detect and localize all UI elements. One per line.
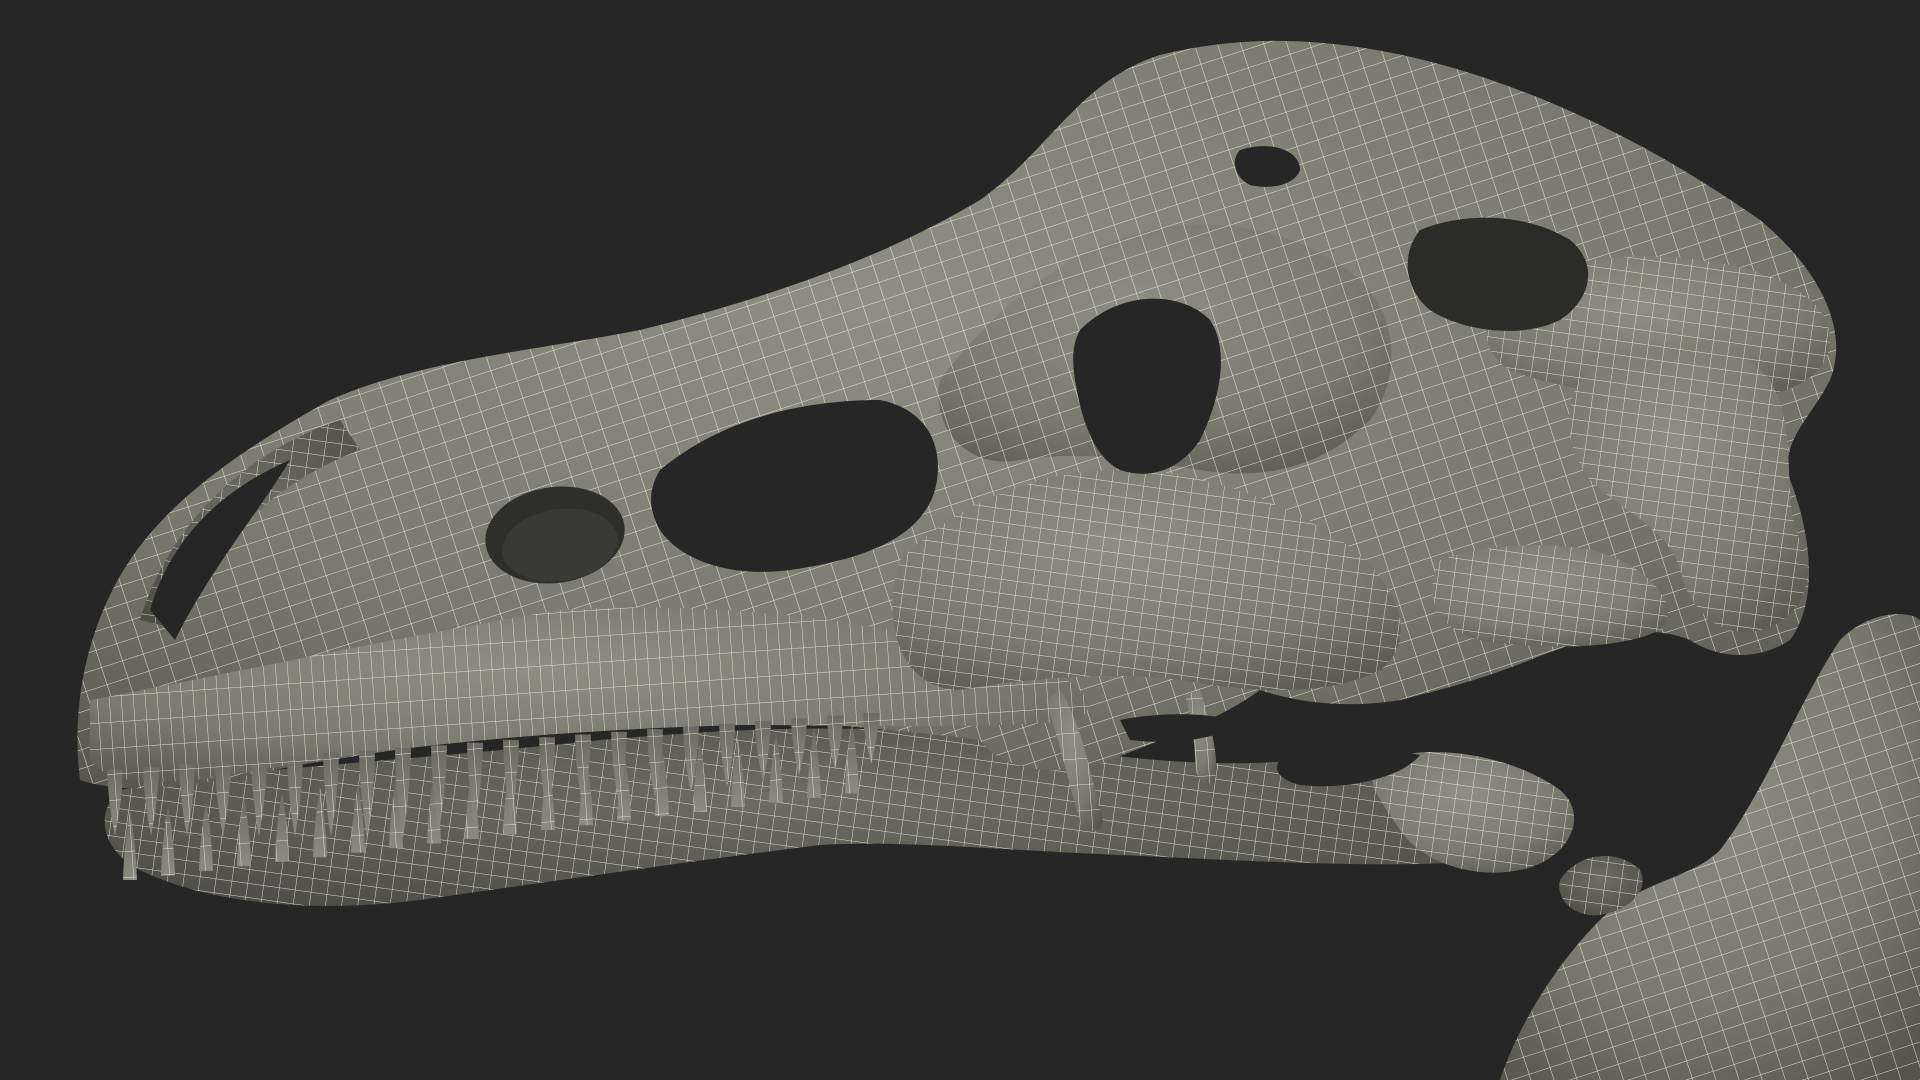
cervical-vertebra <box>1500 614 1920 1080</box>
render-viewport <box>0 0 1920 1080</box>
skull-cranium <box>77 40 1837 831</box>
skull-render-svg <box>77 40 1920 1080</box>
